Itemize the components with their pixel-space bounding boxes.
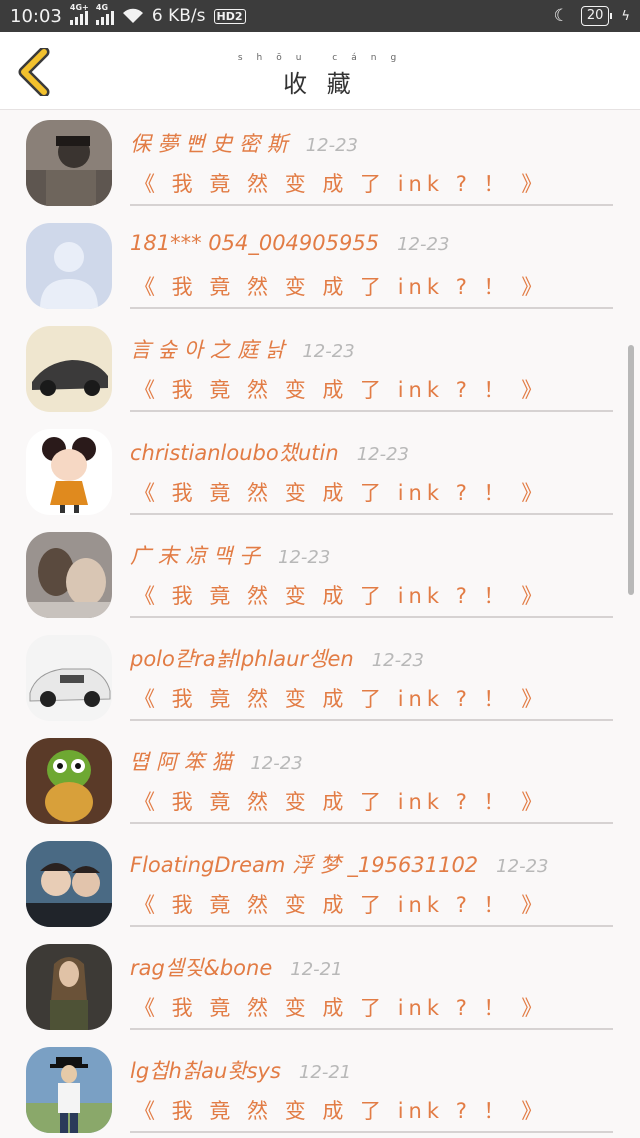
divider xyxy=(130,204,613,206)
item-name: 言 숲 아 之 庭 낡 xyxy=(130,338,285,362)
list-item[interactable]: 181*** 054_004905955 12-23 《 我 竟 然 变 成 了… xyxy=(0,213,640,316)
item-name: 181*** 054_004905955 xyxy=(130,231,380,255)
hd-icon: HD2 xyxy=(213,8,246,24)
item-message: 《 我 竟 然 变 成 了 ink ? ！ 》 xyxy=(134,378,548,402)
item-name: FloatingDream 浮 梦 _195631102 xyxy=(130,853,479,877)
item-name: 广 末 凉 맥 子 xyxy=(130,544,261,568)
item-message: 《 我 竟 然 变 成 了 ink ? ！ 》 xyxy=(134,172,548,196)
item-date: 12-23 xyxy=(397,234,450,255)
avatar[interactable] xyxy=(26,120,112,206)
avatar[interactable] xyxy=(26,738,112,824)
item-date: 12-23 xyxy=(278,547,331,568)
favorites-list: 保 夢 뻔 史 密 斯 12-23 《 我 竟 然 变 成 了 ink ? ！ … xyxy=(0,110,640,1138)
list-item[interactable]: 保 夢 뻔 史 密 斯 12-23 《 我 竟 然 变 成 了 ink ? ！ … xyxy=(0,110,640,213)
status-bar: 10:03 4G+ 4G 6 KB/s HD2 ☾ 20 ϟ xyxy=(0,0,640,32)
item-message: 《 我 竟 然 变 成 了 ink ? ！ 》 xyxy=(134,790,548,814)
charging-icon: ϟ xyxy=(621,8,630,24)
list-item[interactable]: 뗩 阿 笨 猫 12-23 《 我 竟 然 变 成 了 ink ? ！ 》 xyxy=(0,728,640,831)
item-name: lg첩h칡au홧sys xyxy=(130,1059,281,1083)
item-date: 12-23 xyxy=(496,856,549,877)
avatar[interactable] xyxy=(26,326,112,412)
network-speed: 6 KB/s xyxy=(151,6,206,26)
list-item[interactable]: polo캳ra놝lphlaur셍en 12-23 《 我 竟 然 变 成 了 i… xyxy=(0,625,640,728)
moon-icon: ☾ xyxy=(553,6,569,26)
avatar[interactable] xyxy=(26,944,112,1030)
item-message: 《 我 竟 然 变 成 了 ink ? ！ 》 xyxy=(134,275,548,299)
divider xyxy=(130,1028,613,1030)
list-item[interactable]: rag셀짖&bone 12-21 《 我 竟 然 变 成 了 ink ? ！ 》 xyxy=(0,934,640,1037)
avatar[interactable] xyxy=(26,841,112,927)
item-message: 《 我 竟 然 变 成 了 ink ? ！ 》 xyxy=(134,481,548,505)
divider xyxy=(130,1131,613,1133)
page-title-pinyin: shōu cáng xyxy=(237,53,411,63)
divider xyxy=(130,410,613,412)
divider xyxy=(130,616,613,618)
wifi-icon xyxy=(122,8,144,24)
signal-icon-2: 4G xyxy=(95,3,114,25)
signal-icon: 4G+ xyxy=(69,3,89,25)
page-title: shōu cáng 收 藏 xyxy=(0,52,640,99)
item-name: rag셀짖&bone xyxy=(130,956,273,980)
list-item[interactable]: FloatingDream 浮 梦 _195631102 12-23 《 我 竟… xyxy=(0,831,640,934)
divider xyxy=(130,719,613,721)
item-name: christianloubo챘utin xyxy=(130,441,339,465)
app-header: shōu cáng 收 藏 xyxy=(0,32,640,110)
divider xyxy=(130,513,613,515)
list-item[interactable]: lg첩h칡au홧sys 12-21 《 我 竟 然 变 成 了 ink ? ！ … xyxy=(0,1037,640,1138)
item-message: 《 我 竟 然 变 成 了 ink ? ！ 》 xyxy=(134,1099,548,1123)
list-item[interactable]: 言 숲 아 之 庭 낡 12-23 《 我 竟 然 变 成 了 ink ? ！ … xyxy=(0,316,640,419)
scrollbar[interactable] xyxy=(628,345,634,595)
item-name: 뗩 阿 笨 猫 xyxy=(130,750,233,774)
divider xyxy=(130,822,613,824)
list-item[interactable]: christianloubo챘utin 12-23 《 我 竟 然 变 成 了 … xyxy=(0,419,640,522)
avatar[interactable] xyxy=(26,532,112,618)
list-item[interactable]: 广 末 凉 맥 子 12-23 《 我 竟 然 变 成 了 ink ? ！ 》 xyxy=(0,522,640,625)
item-message: 《 我 竟 然 变 成 了 ink ? ！ 》 xyxy=(134,996,548,1020)
item-date: 12-23 xyxy=(305,135,359,156)
avatar[interactable] xyxy=(26,635,112,721)
item-message: 《 我 竟 然 变 成 了 ink ? ！ 》 xyxy=(134,687,548,711)
status-time: 10:03 xyxy=(10,5,62,27)
item-date: 12-23 xyxy=(356,444,410,465)
battery-icon: 20 xyxy=(580,6,612,26)
item-date: 12-23 xyxy=(302,341,355,362)
divider xyxy=(130,307,613,309)
divider xyxy=(130,925,613,927)
item-name: polo캳ra놝lphlaur셍en xyxy=(130,647,354,671)
item-message: 《 我 竟 然 变 成 了 ink ? ！ 》 xyxy=(134,893,548,917)
avatar[interactable] xyxy=(26,223,112,309)
item-date: 12-21 xyxy=(290,959,343,980)
item-date: 12-23 xyxy=(250,753,303,774)
item-name: 保 夢 뻔 史 密 斯 xyxy=(130,132,288,156)
item-date: 12-21 xyxy=(298,1062,352,1083)
avatar[interactable] xyxy=(26,1047,112,1133)
item-date: 12-23 xyxy=(371,650,424,671)
item-message: 《 我 竟 然 变 成 了 ink ? ！ 》 xyxy=(134,584,548,608)
avatar[interactable] xyxy=(26,429,112,515)
